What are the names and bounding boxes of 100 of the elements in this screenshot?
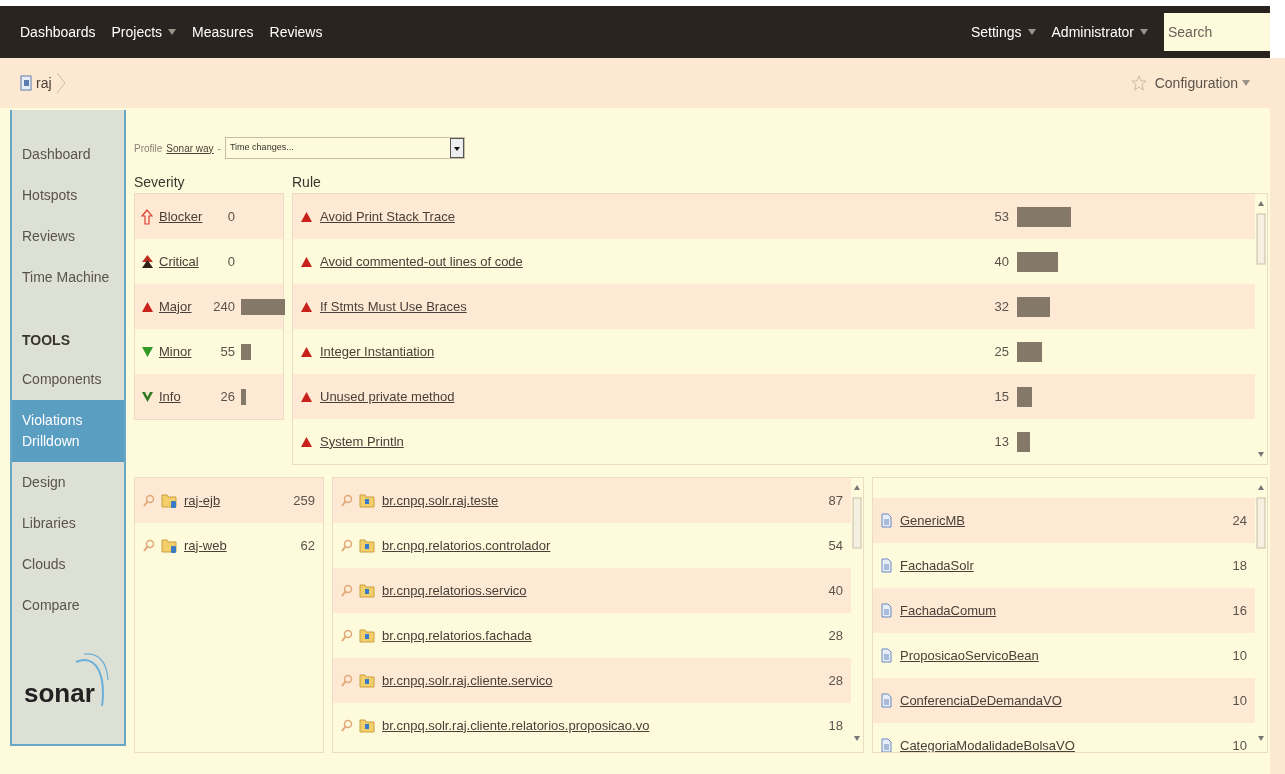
rule-link[interactable]: Avoid commented-out lines of code (320, 251, 523, 272)
file-link[interactable]: ProposicaoServicoBean (900, 645, 1039, 666)
breadcrumb-link[interactable]: raj (36, 72, 52, 94)
file-link[interactable]: FachadaSolr (900, 555, 974, 576)
sidebar-item[interactable]: Dashboard (12, 134, 124, 175)
rule-count: 40 (994, 252, 1009, 271)
period-select[interactable]: Time changes... (224, 137, 465, 159)
severity-link[interactable]: Minor (159, 341, 205, 362)
nav-link[interactable]: Projects (111, 21, 163, 43)
nav-link[interactable]: Settings (970, 21, 1022, 43)
file-count: 16 (1232, 601, 1247, 620)
up-triangle-icon (141, 301, 153, 312)
package-count: 54 (828, 536, 843, 555)
check-chevron-icon (141, 391, 153, 402)
severity-count: 0 (226, 207, 235, 226)
package-folder-icon (359, 492, 376, 509)
sidebar-item[interactable]: Reviews (12, 216, 124, 257)
magnifier-icon[interactable] (341, 719, 353, 732)
magnifier-icon[interactable] (143, 539, 155, 552)
magnifier-icon[interactable] (341, 584, 353, 597)
rule-count: 13 (994, 432, 1009, 451)
package-folder-icon (359, 582, 376, 599)
rule-link[interactable]: If Stmts Must Use Braces (320, 296, 467, 317)
up-triangle-icon (301, 436, 312, 447)
up-triangle-icon (301, 346, 312, 357)
file-icon (881, 603, 892, 618)
caret-icon (1242, 80, 1250, 86)
profile-link[interactable]: Sonar way (166, 140, 214, 156)
sidebar-item[interactable]: Libraries (12, 503, 124, 544)
package-folder-icon (359, 717, 376, 734)
sidebar-item[interactable]: Hotspots (12, 175, 124, 216)
file-link[interactable]: ConferenciaDeDemandaVO (900, 690, 1062, 711)
rule-count: 15 (994, 387, 1009, 406)
file-count: 10 (1232, 691, 1247, 710)
module-count: 259 (293, 491, 315, 510)
profile-label: Profile (134, 141, 163, 156)
severity-bar (241, 388, 246, 405)
package-link[interactable]: br.cnpq.solr.raj.cliente.relatorios.proposicao.vo (382, 715, 650, 736)
nav-link[interactable]: Dashboards (20, 21, 96, 43)
separator-text: - (217, 141, 221, 156)
file-link[interactable]: GenericMB (900, 510, 966, 531)
magnifier-icon[interactable] (341, 494, 353, 507)
package-link[interactable]: br.cnpq.relatorios.servico (382, 580, 527, 601)
severity-link[interactable]: Info (159, 386, 205, 407)
file-link[interactable]: FachadaComum (900, 600, 997, 621)
package-link[interactable]: br.cnpq.relatorios.controlador (382, 535, 551, 556)
rule-bar (1017, 206, 1071, 227)
severity-link[interactable]: Blocker (159, 206, 205, 227)
nav-link[interactable]: Reviews (269, 21, 323, 43)
file-count: 10 (1232, 736, 1247, 752)
rule-link[interactable]: Avoid Print Stack Trace (320, 206, 455, 227)
severity-link[interactable]: Critical (159, 251, 205, 272)
file-icon (881, 558, 892, 573)
package-count: 87 (828, 491, 843, 510)
rule-link[interactable]: Integer Instantiation (320, 341, 435, 362)
package-count: 40 (828, 581, 843, 600)
sidebar-item[interactable]: Components (12, 359, 124, 400)
package-link[interactable]: br.cnpq.solr.raj.cliente.servico (382, 670, 553, 691)
rule-link[interactable]: System Println (320, 431, 404, 452)
file-link[interactable]: CategoriaModalidadeBolsaVO (900, 735, 1075, 752)
magnifier-icon[interactable] (341, 539, 353, 552)
file-count: 10 (1232, 646, 1247, 665)
file-icon (881, 738, 892, 752)
star-icon[interactable] (1130, 75, 1147, 91)
severity-count: 0 (226, 252, 235, 271)
package-count: 18 (828, 716, 843, 735)
rule-count: 32 (994, 297, 1009, 316)
magnifier-icon[interactable] (341, 674, 353, 687)
search-field[interactable]: Search (1164, 13, 1270, 51)
sidebar-item[interactable]: Time Machine (12, 257, 124, 298)
package-count: 28 (828, 671, 843, 690)
section-heading: TOOLS (21, 331, 71, 350)
module-count: 62 (300, 536, 315, 555)
severity-count: 55 (219, 342, 235, 361)
package-link[interactable]: br.cnpq.relatorios.fachada (382, 625, 532, 646)
rule-bar (1017, 341, 1043, 362)
rule-count: 25 (994, 342, 1009, 361)
module-link[interactable]: raj-web (184, 535, 227, 556)
configuration-menu[interactable]: Configuration (1154, 72, 1238, 94)
magnifier-icon[interactable] (341, 629, 353, 642)
nav-link[interactable]: Administrator (1051, 21, 1134, 43)
package-link[interactable]: br.cnpq.solr.raj.teste (382, 490, 499, 511)
up-triangle-icon (301, 301, 312, 312)
chevron-right-icon (55, 72, 66, 94)
rule-bar (1017, 251, 1058, 272)
sonar-logo: sonar (24, 650, 116, 714)
module-link[interactable]: raj-ejb (184, 490, 221, 511)
module-folder-icon (161, 537, 178, 554)
sidebar-item[interactable]: Compare (12, 585, 124, 626)
rule-count: 53 (994, 207, 1009, 226)
severity-link[interactable]: Major (159, 296, 205, 317)
magnifier-icon[interactable] (143, 494, 155, 507)
down-triangle-icon (141, 346, 153, 357)
file-icon (881, 513, 892, 528)
severity-count: 240 (212, 297, 235, 316)
nav-link[interactable]: Measures (192, 21, 254, 43)
rule-link[interactable]: Unused private method (320, 386, 455, 407)
module-folder-icon (161, 492, 178, 509)
sidebar-item[interactable]: Design (12, 462, 124, 503)
sidebar-item[interactable]: Clouds (12, 544, 124, 585)
